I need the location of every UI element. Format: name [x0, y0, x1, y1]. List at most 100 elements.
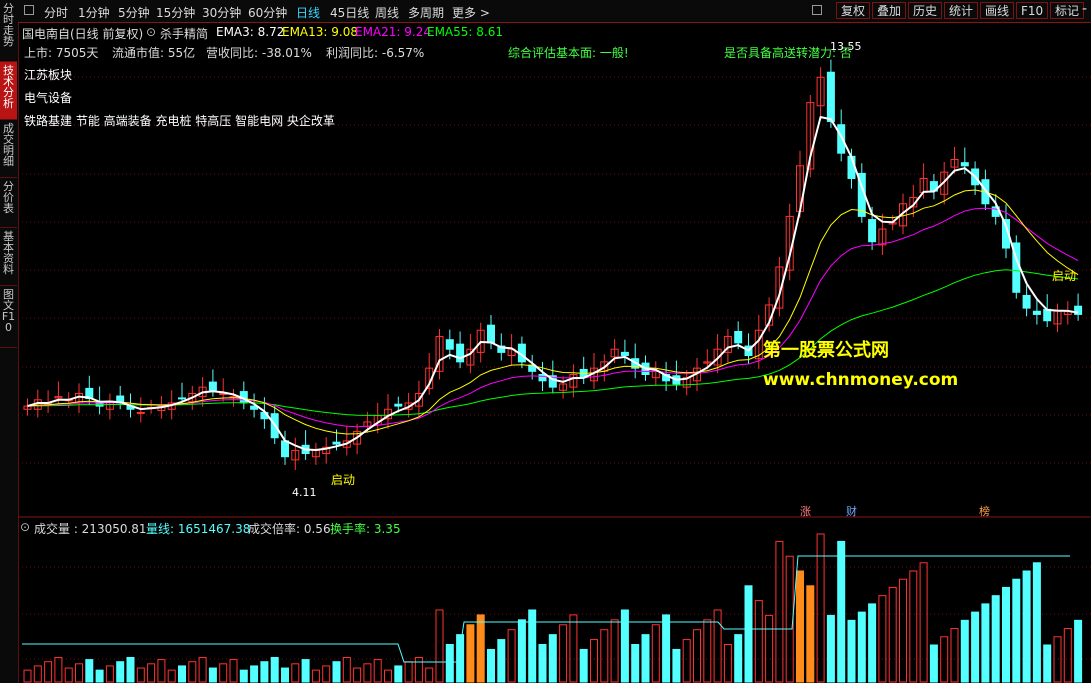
volume-bar	[857, 611, 866, 683]
overlay-button[interactable]: 叠加	[872, 2, 907, 19]
period-tab-5min[interactable]: 5分钟	[118, 4, 150, 21]
vertical-tab-strip: 分时走势 技术分析 成交明细 分价表 基本资料 图文F10	[0, 0, 19, 683]
volume-bar	[198, 656, 207, 683]
volume-bar	[178, 665, 186, 683]
volume-bar	[136, 667, 145, 683]
ema3-line	[27, 115, 1079, 452]
draw-line-button[interactable]: 画线	[980, 2, 1015, 19]
volume-ratio: 成交倍率: 0.56	[248, 522, 331, 536]
candle-body	[620, 351, 629, 357]
volume-bar	[806, 585, 815, 683]
volume-bar	[600, 629, 609, 683]
volume-bar	[538, 644, 547, 683]
close-icon[interactable]: -	[1082, 1, 1087, 17]
tab-price-table[interactable]: 分价表	[0, 178, 17, 228]
profit-yoy: 利润同比: -6.57%	[326, 46, 425, 60]
period-tab-15min[interactable]: 15分钟	[156, 4, 195, 21]
period-tab-min[interactable]: 分时	[44, 4, 68, 21]
volume-bar	[548, 634, 557, 683]
volume-bar	[682, 639, 691, 683]
volume-bar	[363, 663, 372, 683]
volume-bar	[981, 603, 990, 683]
volume-bar	[322, 665, 331, 683]
volume-bar	[909, 570, 918, 683]
mark-button[interactable]: 标记	[1050, 2, 1085, 19]
concept-tags: 铁路基建 节能 高端装备 充电桩 特高压 智能电网 央企改革	[24, 114, 335, 128]
candle-body	[136, 411, 145, 414]
period-tab-weekly[interactable]: 周线	[375, 4, 399, 21]
ranking-tag[interactable]: 榜	[979, 503, 990, 519]
period-tab-60min[interactable]: 60分钟	[248, 4, 287, 21]
ema55-line	[27, 269, 1079, 416]
volume-bar	[353, 667, 362, 683]
volume-bar	[662, 614, 671, 683]
volume-bar	[1012, 578, 1021, 683]
volume-bar	[1002, 586, 1010, 683]
volume-bar	[744, 585, 753, 683]
volume-bar	[517, 619, 526, 683]
volume-bar	[703, 619, 712, 683]
volume-bar	[219, 663, 228, 683]
volume-label: 成交量 : 213050.81	[34, 522, 147, 536]
period-tab-more[interactable]: 更多 >	[452, 4, 490, 21]
volume-bar	[672, 648, 681, 683]
volume-bar	[497, 639, 506, 683]
volume-bar	[167, 669, 176, 683]
tab-technical-analysis[interactable]: 技术分析	[0, 62, 17, 120]
volume-bar	[754, 600, 763, 683]
volume-bar	[1043, 644, 1052, 683]
candle-body	[538, 374, 547, 382]
period-toolbar: 分时 1分钟 5分钟 15分钟 30分钟 60分钟 日线 45日线 周线 多周期…	[18, 0, 1091, 23]
period-tab-multi[interactable]: 多周期	[408, 4, 444, 21]
window-toggle-icon[interactable]	[24, 5, 34, 15]
fundamental-evaluation: 综合评估基本面: 一般!	[508, 46, 629, 60]
volume-bar	[301, 659, 310, 683]
turnover-rate: 换手率: 3.35	[330, 522, 401, 536]
restore-rights-button[interactable]: 复权	[836, 2, 871, 19]
volume-bar	[775, 540, 784, 683]
high-price-label: 13.55	[830, 40, 862, 53]
volume-bar	[847, 619, 856, 683]
tab-basic-info[interactable]: 基本资料	[0, 228, 17, 286]
candle-body	[178, 397, 186, 400]
volume-bar	[1032, 562, 1041, 683]
volume-bar	[734, 634, 743, 683]
indicator-toggle-icon[interactable]: ⊙	[146, 25, 156, 39]
tab-f10[interactable]: 图文F10	[0, 286, 17, 348]
volume-bar	[75, 663, 83, 683]
listed-days: 上市: 7505天	[24, 46, 99, 60]
period-tab-1min[interactable]: 1分钟	[78, 4, 110, 21]
volume-bar	[260, 661, 269, 683]
volume-bar	[239, 669, 248, 683]
volume-bar	[342, 656, 351, 683]
candle-body	[960, 162, 969, 167]
volume-bar	[1053, 636, 1062, 683]
period-tab-45day[interactable]: 45日线	[330, 4, 369, 21]
f10-button[interactable]: F10	[1016, 2, 1049, 19]
volume-panel-toggle-icon[interactable]: ⊙	[20, 520, 30, 534]
history-button[interactable]: 历史	[908, 2, 943, 19]
statistics-button[interactable]: 统计	[944, 2, 979, 19]
minimize-square-icon[interactable]	[812, 5, 822, 15]
volume-bar	[579, 648, 588, 683]
indicator-name[interactable]: 杀手精简	[160, 25, 208, 42]
volume-bar	[1063, 628, 1072, 683]
volume-bar	[281, 667, 289, 683]
tab-intraday[interactable]: 分时走势	[0, 0, 17, 62]
volume-bar	[651, 624, 660, 683]
ema13-value: EMA13: 9.08	[282, 25, 358, 39]
volume-bar	[507, 629, 516, 683]
volume-bar	[64, 667, 73, 683]
period-tab-daily[interactable]: 日线	[296, 4, 320, 21]
volume-bar	[899, 578, 907, 683]
limit-up-tag[interactable]: 涨	[800, 503, 811, 519]
volume-bar	[837, 540, 846, 683]
financial-tag[interactable]: 财	[846, 503, 857, 519]
candle-body	[208, 381, 217, 391]
volume-bar	[1022, 570, 1031, 683]
tab-trade-details[interactable]: 成交明细	[0, 120, 17, 178]
volume-bar	[929, 644, 938, 683]
candle-body	[1043, 308, 1052, 322]
period-tab-30min[interactable]: 30分钟	[202, 4, 241, 21]
volume-bar	[116, 661, 125, 683]
